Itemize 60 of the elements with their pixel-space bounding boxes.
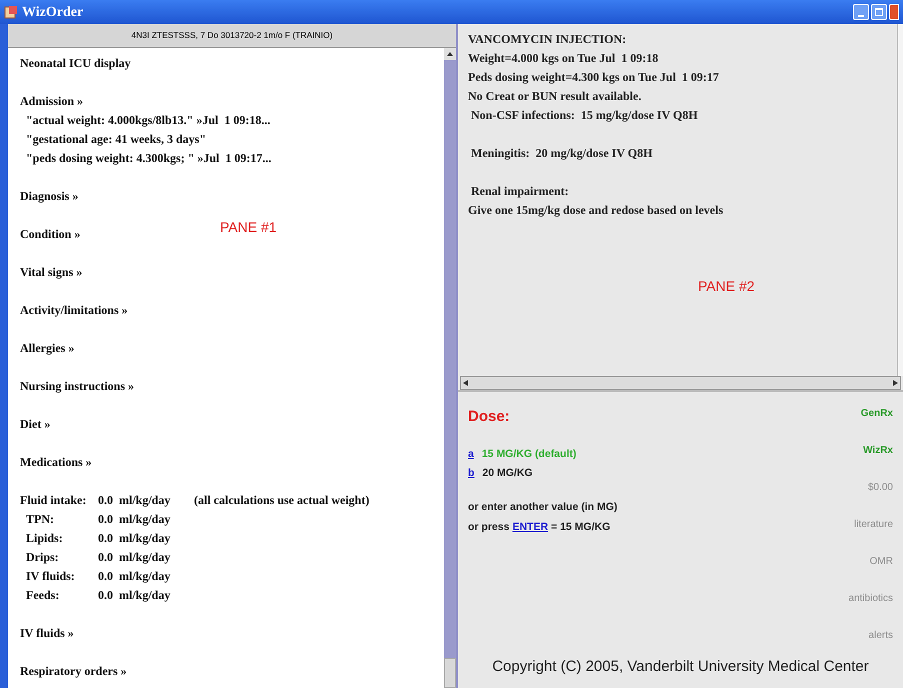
drug-info-line: Non-CSF infections: 15 mg/kg/dose IV Q8H [470, 108, 698, 122]
fluid-value: 0.0 ml/kg/day [98, 511, 172, 528]
option-key-link[interactable]: a [468, 446, 474, 462]
fluid-label: Lipids: [26, 530, 64, 547]
minimize-button[interactable] [853, 4, 869, 20]
vertical-scrollbar[interactable] [897, 24, 903, 376]
option-key-link[interactable]: b [468, 466, 474, 482]
fluid-label: Feeds: [26, 587, 60, 604]
section-link[interactable]: Medications » [20, 455, 92, 469]
enter-link[interactable]: ENTER [512, 520, 548, 536]
fluid-value: 0.0 ml/kg/day [98, 530, 172, 547]
copyright-text: Copyright (C) 2005, Vanderbilt University Medical Center [492, 656, 869, 676]
scroll-left-icon[interactable] [463, 380, 468, 386]
scroll-right-icon[interactable] [893, 380, 898, 386]
section-link[interactable]: IV fluids » [20, 626, 74, 640]
section-link[interactable]: Vital signs » [20, 265, 82, 279]
fluid-label: IV fluids: [26, 568, 76, 585]
fluid-label: Drips: [26, 549, 60, 566]
section-link[interactable]: Diagnosis » [20, 189, 78, 203]
admission-entry: "peds dosing weight: 4.300kgs; " »Jul 1 09:17... [26, 151, 272, 165]
section-link[interactable]: Activity/limitations » [20, 303, 128, 317]
vertical-scrollbar[interactable] [444, 48, 456, 688]
scroll-up-icon[interactable] [447, 52, 453, 56]
horizontal-scrollbar[interactable] [460, 376, 901, 390]
pane-annotation: PANE #2 [698, 277, 755, 296]
app-icon [4, 5, 18, 19]
fluid-note: (all calculations use actual weight) [194, 492, 370, 509]
section-link[interactable]: Diet » [20, 417, 50, 431]
dose-option[interactable]: 20 MG/KG [482, 466, 533, 482]
window-title: WizOrder [22, 4, 84, 22]
default-dose-text: = 15 MG/KG [551, 520, 610, 535]
display-title: Neonatal ICU display [20, 56, 131, 70]
admission-entry: "actual weight: 4.000kgs/8lb13." »Jul 1 09:18... [26, 113, 270, 127]
section-link[interactable]: Condition » [20, 227, 80, 241]
scroll-thumb[interactable] [444, 658, 456, 688]
drug-info-line: No Creat or BUN result available. [468, 89, 642, 103]
drug-info-line: VANCOMYCIN INJECTION: [468, 32, 626, 46]
section-link[interactable]: Respiratory orders » [20, 664, 127, 678]
close-button[interactable] [889, 4, 899, 20]
fluid-label: Fluid intake: [20, 492, 88, 509]
maximize-button[interactable] [871, 4, 887, 20]
section-link[interactable]: Nursing instructions » [20, 379, 134, 393]
fluid-value: 0.0 ml/kg/day [98, 549, 172, 566]
admission-entry: "gestational age: 41 weeks, 3 days" [26, 132, 206, 146]
pane-annotation: PANE #1 [220, 218, 277, 237]
drug-info-line: Give one 15mg/kg dose and redose based on levels [468, 203, 724, 217]
press-text: or press [468, 520, 510, 535]
dose-prompt: or enter another value (in MG) [468, 500, 618, 515]
section-link[interactable]: Admission » [20, 94, 84, 108]
section-link[interactable]: Allergies » [20, 341, 74, 355]
fluid-value: 0.0 ml/kg/day [98, 568, 172, 585]
drug-info-line: Weight=4.000 kgs on Tue Jul 1 09:18 [468, 51, 658, 65]
drug-info-line: Peds dosing weight=4.300 kgs on Tue Jul 1 09:17 [468, 70, 719, 84]
fluid-label: TPN: [26, 511, 55, 528]
drug-info-line: Meningitis: 20 mg/kg/dose IV Q8H [470, 146, 652, 160]
drug-info-line: Renal impairment: [470, 184, 569, 198]
fluid-value: 0.0 ml/kg/day [98, 492, 172, 509]
patient-header: 4N3I ZTESTSSS, 7 Do 3013720-2 1m/o F (TRAINIO) [8, 24, 456, 48]
fluid-value: 0.0 ml/kg/day [98, 587, 172, 604]
dose-title: Dose: [468, 407, 510, 427]
